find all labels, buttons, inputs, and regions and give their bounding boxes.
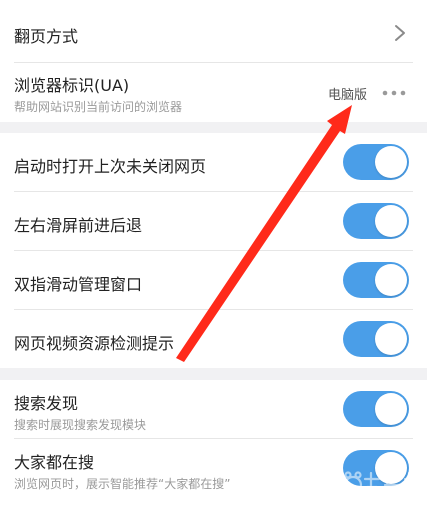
ua-title: 浏览器标识(UA): [14, 76, 130, 95]
settings-section-2: 启动时打开上次未关闭网页 左右滑屏前进后退 双指滑动管理窗口 网页视频资源检测提…: [0, 133, 427, 368]
restore-tabs-title: 启动时打开上次未关闭网页: [14, 157, 207, 176]
two-finger-toggle[interactable]: [343, 262, 409, 298]
toggle-row-video-detect[interactable]: 网页视频资源检测提示: [0, 310, 427, 368]
chevron-right-icon: [395, 25, 405, 41]
everyone-searching-subtitle: 浏览网页时，展示智能推荐“大家都在搜”: [14, 477, 231, 491]
video-detect-toggle[interactable]: [343, 321, 409, 357]
page-turn-title: 翻页方式: [14, 27, 79, 46]
search-discovery-toggle[interactable]: [343, 391, 409, 427]
toggle-row-swipe-nav[interactable]: 左右滑屏前进后退: [0, 192, 427, 250]
search-discovery-subtitle: 搜索时展现搜索发现模块: [14, 418, 147, 432]
ua-row[interactable]: 浏览器标识(UA) 帮助网站识别当前访问的浏览器 电脑版: [0, 63, 427, 122]
toggle-row-search-discovery[interactable]: 搜索发现 搜索时展现搜索发现模块: [0, 380, 427, 438]
toggle-row-two-finger[interactable]: 双指滑动管理窗口: [0, 251, 427, 309]
toggle-knob: [375, 323, 407, 355]
two-finger-title: 双指滑动管理窗口: [14, 275, 143, 294]
restore-tabs-toggle[interactable]: [343, 144, 409, 180]
swipe-nav-title: 左右滑屏前进后退: [14, 216, 143, 235]
toggle-knob: [375, 146, 407, 178]
settings-section-1: 翻页方式 浏览器标识(UA) 帮助网站识别当前访问的浏览器 电脑版: [0, 0, 427, 122]
more-dots-icon[interactable]: [381, 89, 407, 97]
baidu-jingyan-watermark: [309, 469, 421, 495]
page-turn-row[interactable]: 翻页方式: [0, 0, 427, 62]
everyone-searching-title: 大家都在搜: [14, 453, 95, 472]
toggle-row-restore-tabs[interactable]: 启动时打开上次未关闭网页: [0, 133, 427, 191]
ua-subtitle: 帮助网站识别当前访问的浏览器: [14, 100, 183, 114]
swipe-nav-toggle[interactable]: [343, 203, 409, 239]
toggle-knob: [375, 205, 407, 237]
toggle-knob: [375, 264, 407, 296]
video-detect-title: 网页视频资源检测提示: [14, 334, 175, 353]
search-discovery-title: 搜索发现: [14, 394, 79, 413]
ua-value: 电脑版: [327, 88, 367, 103]
toggle-knob: [375, 393, 407, 425]
